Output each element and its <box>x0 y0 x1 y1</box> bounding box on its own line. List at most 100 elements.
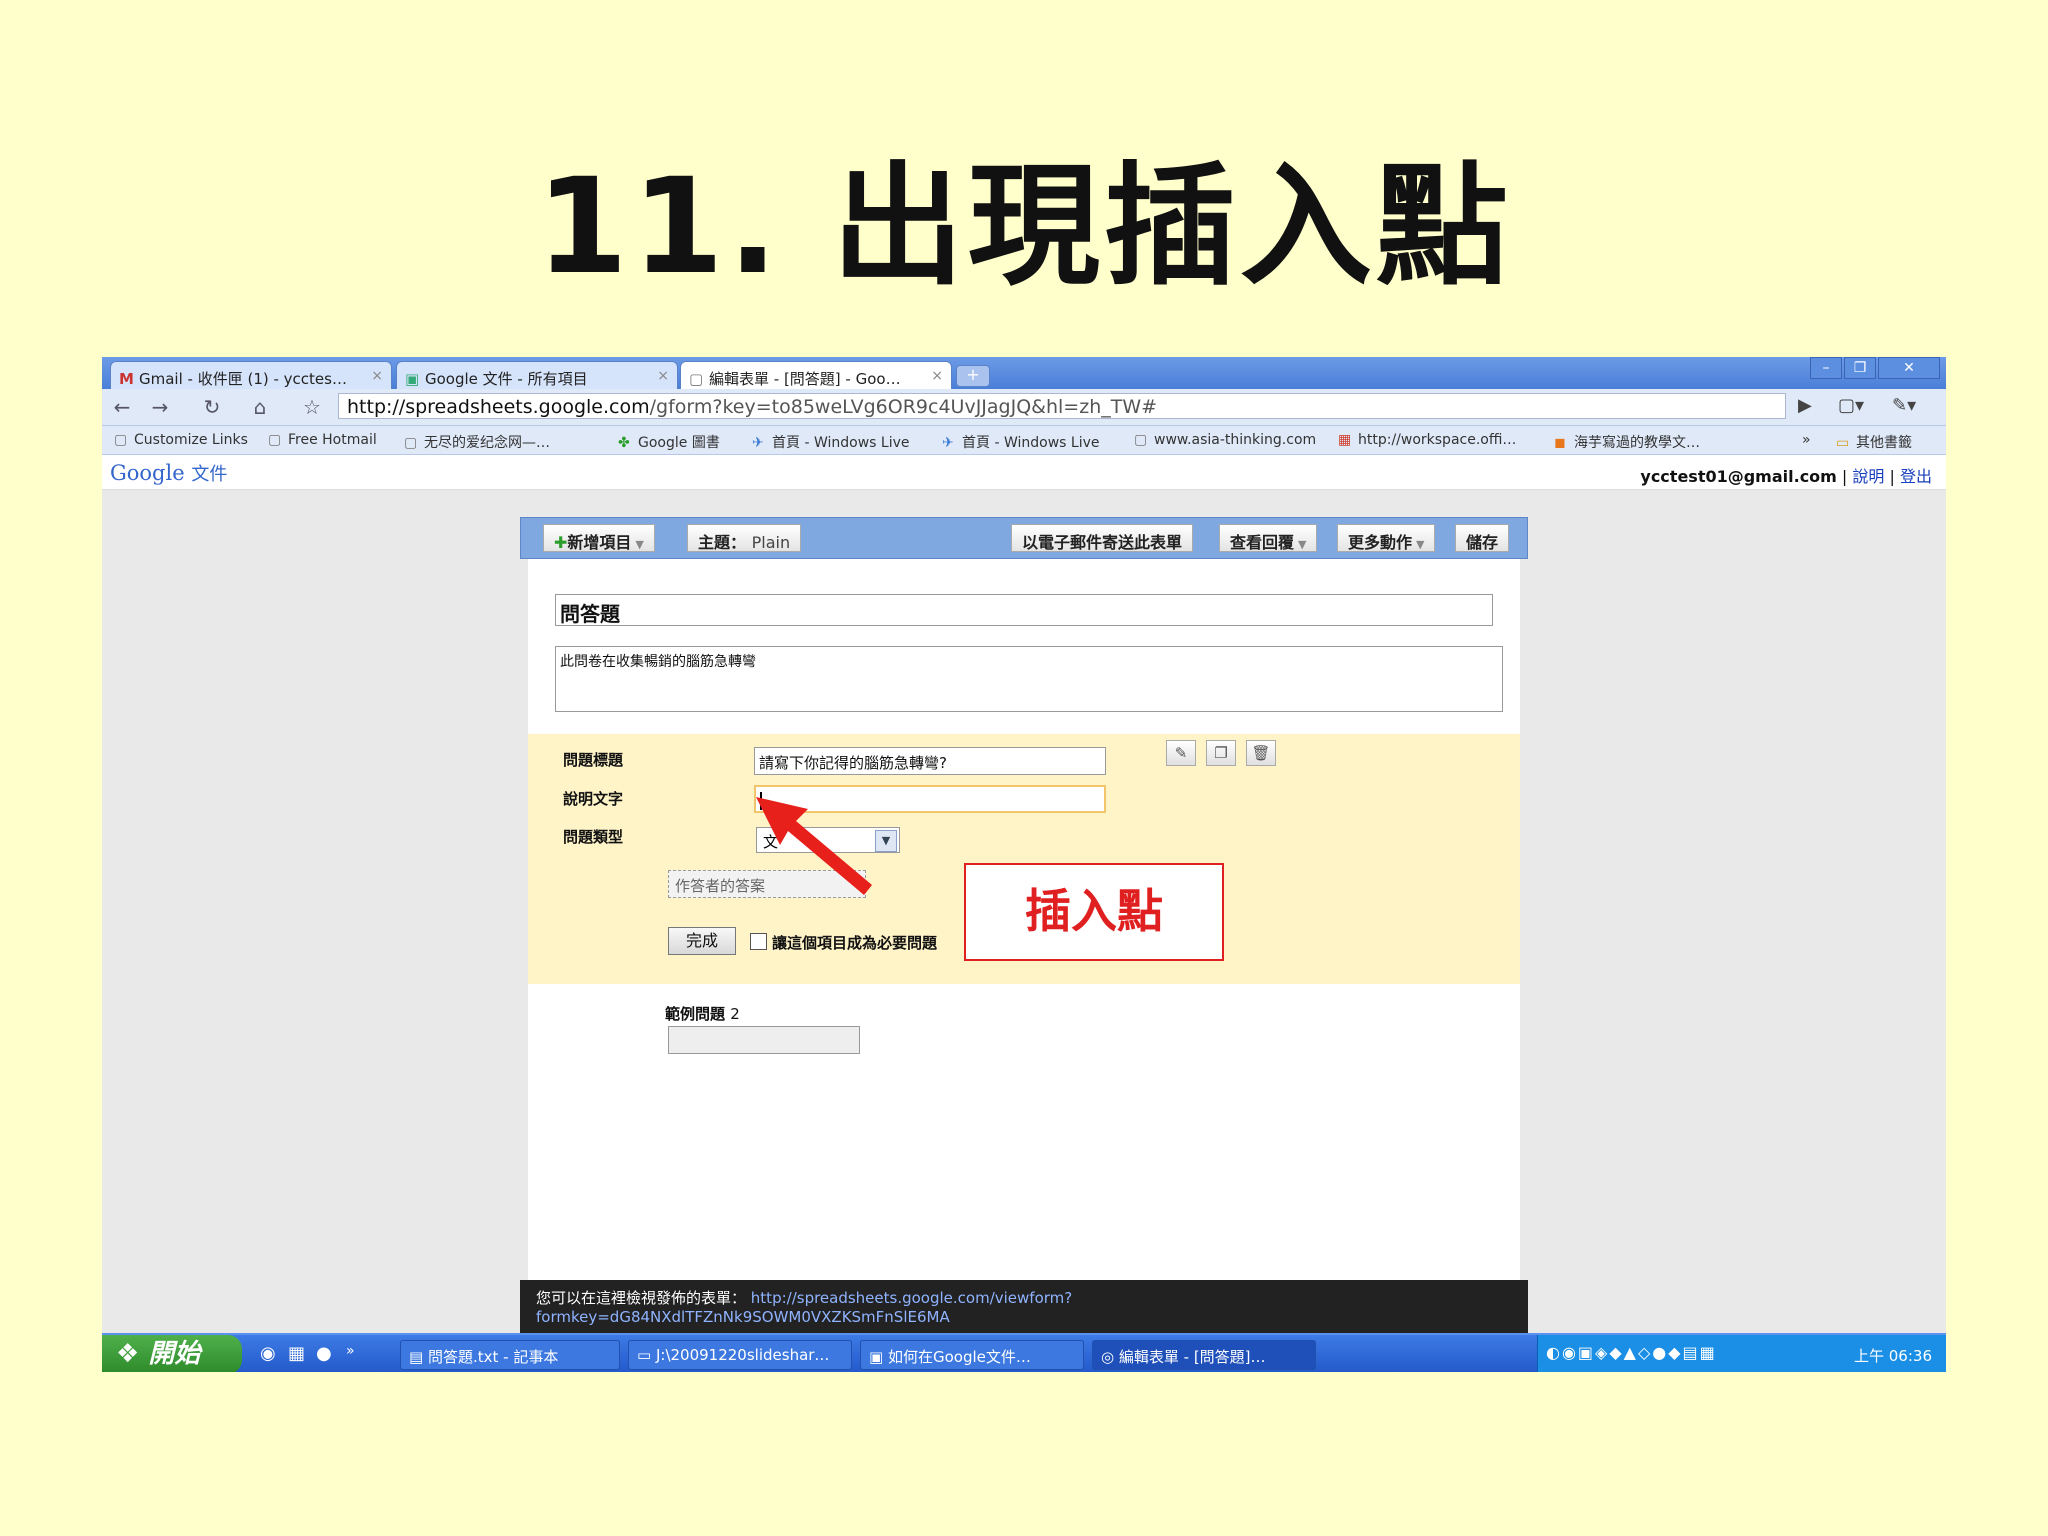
duplicate-icon[interactable]: ❐ <box>1206 740 1236 766</box>
quicklaunch-icon[interactable]: ◉ <box>260 1343 276 1364</box>
quicklaunch-overflow-icon[interactable]: » <box>346 1343 355 1359</box>
slide-title: 11. 出現插入點 <box>536 150 1512 304</box>
user-email: ycctest01@gmail.com <box>1640 467 1837 486</box>
pointer-arrow-icon <box>756 797 872 895</box>
chevron-down-icon: ▼ <box>635 538 644 551</box>
address-bar[interactable]: http://spreadsheets.google.com/gform?key… <box>338 393 1786 419</box>
folder-icon: ▭ <box>1836 435 1850 451</box>
question-title-input[interactable]: 請寫下你記得的腦筋急轉彎? <box>754 747 1106 775</box>
close-window-icon[interactable]: ✕ <box>1878 357 1940 379</box>
theme-button[interactable]: 主題： Plain <box>687 524 802 552</box>
taskbar-item[interactable]: ▤ 問答題.txt - 記事本 <box>400 1340 620 1370</box>
chevron-down-icon: ▼ <box>1416 538 1425 551</box>
question-title-label: 問題標題 <box>563 751 624 769</box>
tab-bar: M Gmail - 收件匣 (1) - ycctes… × ▣ Google 文件 … <box>102 357 1946 389</box>
powerpoint-icon: ▣ <box>869 1348 884 1366</box>
system-tray: ◐◉▣◈◆▲◇●◆▤▦ 上午 06:36 <box>1537 1335 1946 1372</box>
notepad-icon: ▤ <box>409 1348 424 1366</box>
plus-icon: ✚ <box>554 533 568 552</box>
go-icon[interactable]: ▶ <box>1798 395 1812 416</box>
taskbar-item[interactable]: ▣ 如何在Google文件… <box>860 1340 1084 1370</box>
done-button[interactable]: 完成 <box>668 927 736 955</box>
new-tab-button[interactable]: + <box>956 365 990 387</box>
clock: 上午 06:36 <box>1854 1347 1932 1365</box>
start-button[interactable]: ❖ 開始 <box>102 1335 242 1372</box>
publish-link-cont[interactable]: formkey=dG84NXdlTFZnNk9SOWM0VXZKSmFnSlE6… <box>536 1308 1512 1326</box>
quicklaunch-icon[interactable]: ▦ <box>288 1343 305 1364</box>
bookmark-item[interactable]: ▢ Free Hotmail <box>268 432 377 448</box>
screenshot: M Gmail - 收件匣 (1) - ycctes… × ▣ Google 文件 … <box>102 357 1946 1372</box>
gmail-icon: M <box>119 370 134 388</box>
bookmark-item[interactable]: ▢ Customize Links <box>114 432 248 448</box>
close-icon[interactable]: × <box>931 368 943 384</box>
tab-edit-form[interactable]: ▢ 編輯表單 - [問答題] - Goo… × <box>680 361 952 389</box>
required-label: 讓這個項目成為必要問題 <box>772 934 938 952</box>
sample-question-label: 範例問題 2 <box>665 1005 740 1023</box>
forward-icon[interactable]: → <box>146 395 174 419</box>
bookmark-item[interactable]: ▢ 无尽的爱纪念网—… <box>404 432 550 452</box>
save-button[interactable]: 儲存 <box>1455 524 1510 552</box>
more-actions-button[interactable]: 更多動作 ▼ <box>1337 524 1436 552</box>
insertion-point-callout: 插入點 <box>964 863 1224 961</box>
blogger-icon: ◼ <box>1554 435 1566 451</box>
page-icon: ▢ <box>268 432 282 448</box>
bookmark-item[interactable]: ▦ http://workspace.offi… <box>1338 432 1516 448</box>
bookmark-item[interactable]: ◼ 海芋寫過的教學文… <box>1554 432 1700 452</box>
google-bar: Google 文件 ycctest01@gmail.com | 說明 | 登出 <box>102 455 1946 490</box>
form-title-input[interactable]: 問答題 <box>555 594 1493 626</box>
publish-text: 您可以在這裡檢視發佈的表單： <box>536 1289 747 1307</box>
email-form-button[interactable]: 以電子郵件寄送此表單 <box>1011 524 1194 552</box>
close-icon[interactable]: × <box>371 368 383 384</box>
bookmarks-overflow-icon[interactable]: » <box>1802 432 1811 448</box>
workspace-icon: ▦ <box>1338 432 1352 448</box>
chevron-down-icon: ▼ <box>1298 538 1307 551</box>
taskbar-item-active[interactable]: ◎ 編輯表單 - [問答題]… <box>1092 1340 1316 1370</box>
bookmark-item[interactable]: ✈ 首頁 - Windows Live <box>752 432 909 452</box>
view-responses-button[interactable]: 查看回覆 ▼ <box>1219 524 1318 552</box>
bookmark-item[interactable]: ✤ Google 圖書 <box>618 432 720 452</box>
minimize-icon[interactable]: – <box>1810 357 1842 379</box>
wrench-icon[interactable]: ✎▾ <box>1892 395 1916 416</box>
page-icon: ▢ <box>1134 432 1148 448</box>
bookmark-item[interactable]: ▢ www.asia-thinking.com <box>1134 432 1316 448</box>
chrome-icon: ◎ <box>1101 1348 1115 1366</box>
restore-icon[interactable]: ❐ <box>1844 357 1876 379</box>
windows-live-icon: ✈ <box>752 435 764 451</box>
browser-toolbar: ← → ↻ ⌂ ☆ http://spreadsheets.google.com… <box>102 389 1946 426</box>
add-item-button[interactable]: ✚新增項目 ▼ <box>543 524 655 552</box>
google-books-icon: ✤ <box>618 435 630 451</box>
logout-link[interactable]: 登出 <box>1900 467 1932 486</box>
windows-logo-icon: ❖ <box>116 1339 140 1369</box>
tab-gmail[interactable]: M Gmail - 收件匣 (1) - ycctes… × <box>110 361 392 389</box>
star-icon[interactable]: ☆ <box>298 395 326 419</box>
close-icon[interactable]: × <box>657 368 669 384</box>
google-docs-logo[interactable]: Google 文件 <box>110 460 227 486</box>
bookmark-item[interactable]: ✈ 首頁 - Windows Live <box>942 432 1099 452</box>
question-type-label: 問題類型 <box>563 828 624 846</box>
reload-icon[interactable]: ↻ <box>198 395 226 419</box>
required-checkbox[interactable] <box>750 933 767 950</box>
tray-icons[interactable]: ◐◉▣◈◆▲◇●◆▤▦ <box>1546 1343 1717 1362</box>
page-icon: ▢ <box>114 432 128 448</box>
page-menu-icon[interactable]: ▢▾ <box>1838 395 1864 416</box>
publish-link[interactable]: http://spreadsheets.google.com/viewform? <box>751 1289 1072 1307</box>
sample-answer-box <box>668 1026 860 1054</box>
tab-docs[interactable]: ▣ Google 文件 - 所有項目 × <box>396 361 678 389</box>
help-link[interactable]: 說明 <box>1852 467 1884 486</box>
page-icon: ▢ <box>404 435 418 451</box>
bookmarks-bar: ▢ Customize Links ▢ Free Hotmail ▢ 无尽的爱纪念网—… <box>102 426 1946 455</box>
window-controls: – ❐ ✕ <box>1808 357 1940 381</box>
windows-taskbar: ❖ 開始 ◉ ▦ ● » ▤ 問答題.txt - 記事本 ▭ J:\200912… <box>102 1333 1946 1372</box>
form-description-input[interactable]: 此問卷在收集暢銷的腦筋急轉彎 <box>555 646 1503 712</box>
trash-icon[interactable]: 🗑 <box>1246 740 1276 766</box>
back-icon[interactable]: ← <box>108 395 136 419</box>
page-icon: ▢ <box>689 370 704 388</box>
edit-icon[interactable]: ✎ <box>1166 740 1196 766</box>
quicklaunch-icon[interactable]: ● <box>316 1343 332 1364</box>
docs-icon: ▣ <box>405 370 420 388</box>
home-icon[interactable]: ⌂ <box>246 395 274 419</box>
other-bookmarks[interactable]: ▭ 其他書籤 <box>1836 432 1912 452</box>
windows-live-icon: ✈ <box>942 435 954 451</box>
taskbar-item[interactable]: ▭ J:\20091220slideshar… <box>628 1340 852 1370</box>
user-links: ycctest01@gmail.com | 說明 | 登出 <box>1640 467 1932 486</box>
